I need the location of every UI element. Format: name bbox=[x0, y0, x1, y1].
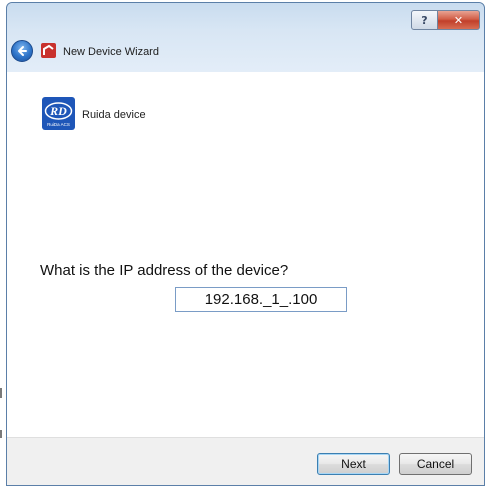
wizard-content bbox=[7, 72, 484, 439]
ip-address-field[interactable] bbox=[175, 287, 347, 312]
next-button-label: Next bbox=[341, 457, 366, 471]
left-edge-mark-2 bbox=[0, 430, 2, 438]
ruida-logo-icon: RD RuiDa ACS bbox=[42, 97, 75, 130]
next-button[interactable]: Next bbox=[317, 453, 390, 475]
device-name: Ruida device bbox=[82, 109, 146, 121]
wizard-window: ? ✕ New Device Wizard bbox=[6, 2, 485, 486]
cancel-button-label: Cancel bbox=[416, 457, 455, 471]
ip-question-label: What is the IP address of the device? bbox=[40, 262, 289, 279]
help-icon: ? bbox=[421, 13, 428, 27]
close-button[interactable]: ✕ bbox=[438, 10, 480, 30]
cancel-button[interactable]: Cancel bbox=[399, 453, 472, 475]
back-arrow-icon bbox=[18, 46, 27, 56]
back-button[interactable] bbox=[11, 40, 33, 62]
window-title: New Device Wizard bbox=[63, 46, 159, 58]
left-edge-mark bbox=[0, 388, 2, 398]
close-icon: ✕ bbox=[453, 13, 464, 27]
help-button[interactable]: ? bbox=[411, 10, 438, 30]
logo-subtext: RuiDa ACS bbox=[47, 122, 70, 127]
logo-text: RD bbox=[49, 104, 67, 118]
wizard-icon bbox=[41, 43, 56, 58]
window-controls: ? ✕ bbox=[411, 10, 480, 30]
